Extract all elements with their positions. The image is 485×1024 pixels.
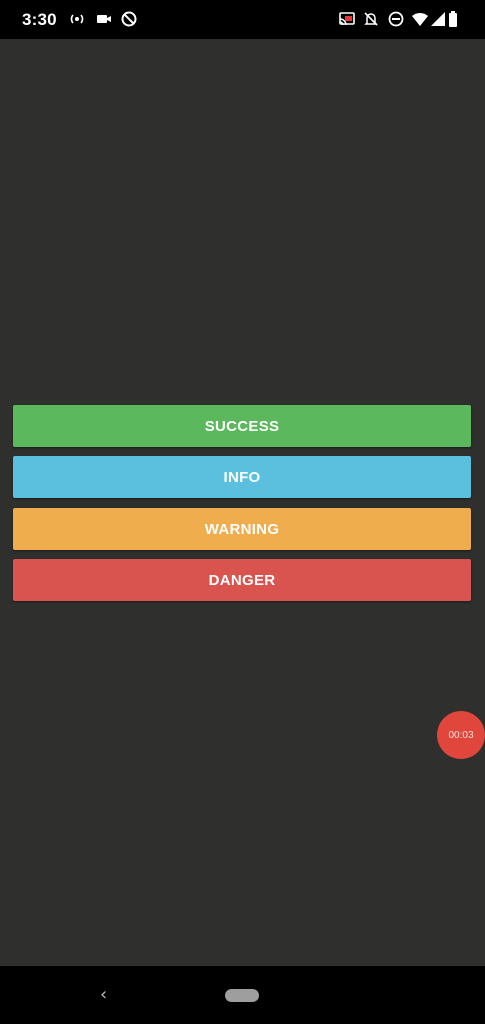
wifi-icon <box>411 10 429 28</box>
warning-button[interactable]: WARNING <box>13 508 471 550</box>
battery-icon <box>448 10 460 28</box>
status-time: 3:30 <box>22 10 57 29</box>
success-button[interactable]: SUCCESS <box>13 405 471 447</box>
danger-button-label: DANGER <box>208 571 276 589</box>
success-button-label: SUCCESS <box>204 417 280 435</box>
radio-waves-icon <box>68 10 86 28</box>
warning-button-label: WARNING <box>204 520 280 538</box>
video-camera-icon <box>95 10 113 28</box>
recording-timer-bubble[interactable]: 00:03 <box>437 711 485 759</box>
navigation-bar: ‹ <box>0 966 485 1024</box>
status-bar: 3:30 <box>0 0 485 39</box>
no-sync-icon <box>120 10 138 28</box>
home-pill-icon[interactable] <box>225 989 259 1002</box>
info-button[interactable]: INFO <box>13 456 471 498</box>
main-content <box>0 39 485 966</box>
timer-text: 00:03 <box>448 729 474 741</box>
danger-button[interactable]: DANGER <box>13 559 471 601</box>
cast-icon <box>338 10 356 28</box>
chevron-left-icon[interactable]: ‹ <box>100 984 107 1005</box>
signal-icon <box>429 10 447 28</box>
info-button-label: INFO <box>223 468 261 486</box>
notifications-off-icon <box>362 10 380 28</box>
do-not-disturb-icon <box>387 10 405 28</box>
